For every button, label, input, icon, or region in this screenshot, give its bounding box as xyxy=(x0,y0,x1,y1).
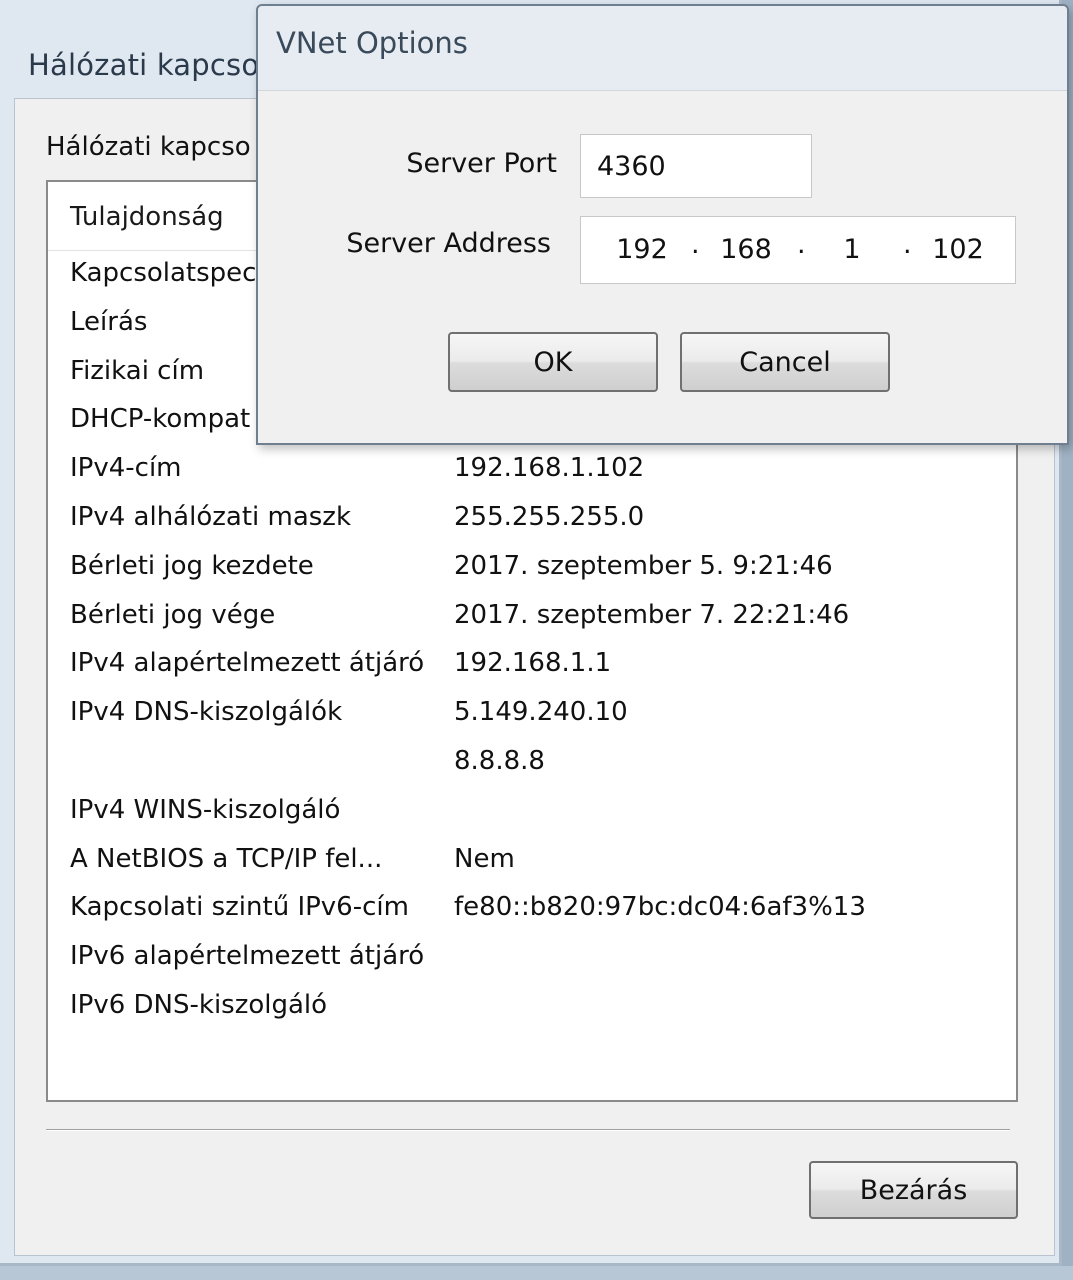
list-item[interactable]: IPv6 DNS-kiszolgáló xyxy=(48,984,1016,1033)
ip-octet-1[interactable] xyxy=(605,229,679,269)
ip-octet-3[interactable] xyxy=(815,229,889,269)
list-item[interactable]: Bérleti jog kezdete 2017. szeptember 5. 9… xyxy=(48,545,1016,594)
list-item[interactable]: A NetBIOS a TCP/IP fel... Nem xyxy=(48,838,1016,887)
ip-octet-2[interactable] xyxy=(709,229,783,269)
server-port-input[interactable] xyxy=(580,134,812,198)
list-item[interactable]: IPv4 alapértelmezett átjáró 192.168.1.1 xyxy=(48,642,1016,691)
property-name: Bérleti jog kezdete xyxy=(70,550,314,581)
window-frame-bottom xyxy=(0,1266,1073,1280)
property-value: fe80::b820:97bc:dc04:6af3%13 xyxy=(454,892,866,923)
server-address-label: Server Address xyxy=(346,228,551,259)
ip-octet-4[interactable] xyxy=(921,229,995,269)
property-value: 2017. szeptember 7. 22:21:46 xyxy=(454,599,850,630)
property-name: IPv4 alapértelmezett átjáró xyxy=(70,648,425,679)
separator-line xyxy=(46,1129,1010,1131)
dialog-titlebar[interactable]: VNet Options xyxy=(258,6,1067,91)
ip-dot-3: . xyxy=(903,229,912,260)
list-item[interactable]: IPv4-cím 192.168.1.102 xyxy=(48,447,1016,496)
property-value: 192.168.1.102 xyxy=(454,453,645,484)
list-item[interactable]: Bérleti jog vége 2017. szeptember 7. 22:2… xyxy=(48,594,1016,643)
window-title: Hálózati kapcso xyxy=(28,48,260,82)
column-header-property[interactable]: Tulajdonság xyxy=(70,202,224,232)
property-value: 2017. szeptember 5. 9:21:46 xyxy=(454,550,833,581)
details-group-label: Hálózati kapcso xyxy=(46,132,251,162)
list-item[interactable]: IPv4 alhálózati maszk 255.255.255.0 xyxy=(48,496,1016,545)
ip-dot-2: . xyxy=(797,229,806,260)
property-value: 192.168.1.1 xyxy=(454,648,612,679)
close-button[interactable]: Bezárás xyxy=(809,1161,1018,1219)
ok-button[interactable]: OK xyxy=(448,332,658,392)
property-value: 8.8.8.8 xyxy=(454,745,545,776)
property-name: Bérleti jog vége xyxy=(70,599,276,630)
property-value: 5.149.240.10 xyxy=(454,697,628,728)
property-name: IPv4 alhálózati maszk xyxy=(70,501,352,532)
property-name: IPv6 DNS-kiszolgáló xyxy=(70,989,328,1020)
server-port-label: Server Port xyxy=(406,148,557,179)
list-item[interactable]: 8.8.8.8 xyxy=(48,740,1016,789)
cancel-button[interactable]: Cancel xyxy=(680,332,890,392)
property-name: IPv4-cím xyxy=(70,453,182,484)
property-name: Kapcsolati szintű IPv6-cím xyxy=(70,892,409,923)
server-address-ip-field[interactable]: . . . xyxy=(580,216,1016,284)
property-name: IPv6 alapértelmezett átjáró xyxy=(70,941,425,972)
property-name: IPv4 WINS-kiszolgáló xyxy=(70,794,341,825)
vnet-options-dialog: VNet Options Server Port Server Address … xyxy=(256,4,1069,445)
property-value: Nem xyxy=(454,843,515,874)
list-item[interactable]: IPv4 DNS-kiszolgálók 5.149.240.10 xyxy=(48,691,1016,740)
dialog-title: VNet Options xyxy=(276,26,468,60)
list-item[interactable]: IPv6 alapértelmezett átjáró xyxy=(48,935,1016,984)
list-item[interactable]: IPv4 WINS-kiszolgáló xyxy=(48,789,1016,838)
property-name: IPv4 DNS-kiszolgálók xyxy=(70,697,343,728)
list-item[interactable]: Kapcsolati szintű IPv6-cím fe80::b820:97b… xyxy=(48,886,1016,935)
property-value: 255.255.255.0 xyxy=(454,501,645,532)
property-name: A NetBIOS a TCP/IP fel... xyxy=(70,843,383,874)
ip-dot-1: . xyxy=(691,229,700,260)
